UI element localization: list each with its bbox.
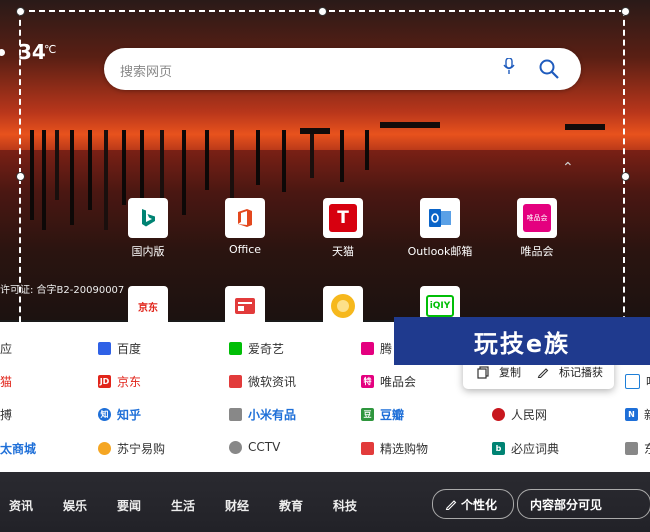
resize-handle[interactable] [621,7,630,16]
tab-headlines[interactable]: 要闻 [117,497,141,514]
east-icon [625,442,638,455]
jd-icon: JD [98,375,111,388]
tencent-icon [361,342,374,355]
site-link[interactable]: 人民网 [492,406,547,423]
bing-dict-icon: b [492,442,505,455]
resize-handle[interactable] [318,7,327,16]
site-link[interactable]: N新 [625,406,650,423]
resize-handle[interactable] [16,172,25,181]
site-link[interactable]: b 必应词典 [492,440,559,457]
site-link[interactable]: 特唯品会 [361,373,416,390]
site-link[interactable]: 爱奇艺 [229,340,284,357]
resize-handle[interactable] [621,172,630,181]
site-link[interactable]: 吗 [625,373,650,390]
site-link[interactable]: 搏 [0,406,12,423]
site-link[interactable]: 精选购物 [361,440,428,457]
content-visibility-dropdown[interactable]: 内容部分可见 [517,489,650,519]
resize-handle[interactable] [16,7,25,16]
calendar-icon [625,374,640,389]
tab-news[interactable]: 资讯 [9,497,33,514]
tab-finance[interactable]: 财经 [225,497,249,514]
tab-life[interactable]: 生活 [171,497,195,514]
tab-education[interactable]: 教育 [279,497,303,514]
annotate-button[interactable]: 标记播获 [537,364,603,380]
site-link[interactable]: 猫 [0,373,12,390]
site-link[interactable]: 知知乎 [98,406,141,423]
zhihu-icon: 知 [98,408,111,421]
site-link[interactable]: 太商城 [0,440,36,457]
iqiyi-icon [229,342,242,355]
site-link[interactable]: 微软资讯 [229,373,296,390]
site-link[interactable]: 百度 [98,340,141,357]
copy-button[interactable]: 复制 [477,364,521,380]
sina-icon: N [625,408,638,421]
baidu-icon [98,342,111,355]
site-link[interactable]: JD 京东 [98,373,141,390]
personalize-button[interactable]: 个性化 [432,489,514,519]
tab-tech[interactable]: 科技 [333,497,357,514]
vip-icon: 特 [361,375,374,388]
site-link[interactable]: CCTV [229,440,280,454]
selection-rectangle[interactable] [19,10,625,342]
news-tab-bar: 资讯 娱乐 要闻 生活 财经 教育 科技 个性化 内容部分可见 [0,472,650,532]
site-link[interactable]: 苏宁易购 [98,440,165,457]
site-link[interactable]: 小米有品 [229,406,296,423]
douban-icon: 豆 [361,408,374,421]
gift-icon [361,442,374,455]
watermark-logo: 玩技e族 [394,317,650,365]
pen-icon [537,368,549,378]
news-icon [229,375,242,388]
copy-icon [477,365,489,379]
people-icon [492,408,505,421]
site-link[interactable]: 应 [0,340,12,357]
site-link[interactable]: 东 [625,440,650,457]
site-link[interactable]: 豆豆瓣 [361,406,404,423]
suning-icon [98,442,111,455]
site-link[interactable]: 腾 [361,340,392,357]
tab-entertainment[interactable]: 娱乐 [63,497,87,514]
cctv-icon [229,440,242,454]
pen-icon [445,500,457,510]
xiaomi-icon [229,408,242,421]
